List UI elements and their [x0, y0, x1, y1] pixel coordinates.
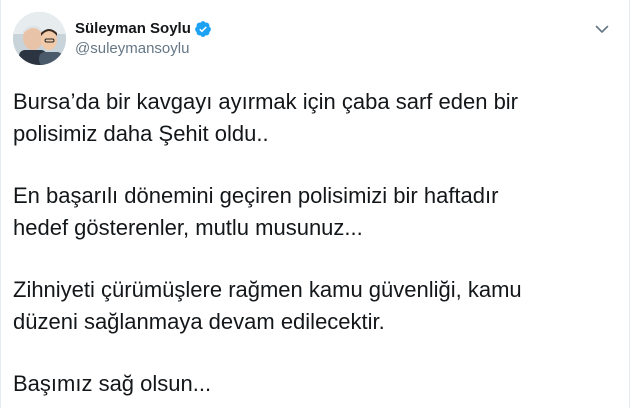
tweet-line: polisimiz daha Şehit oldu..	[13, 121, 269, 146]
tweet-line: Zihniyeti çürümüşlere rağmen kamu güvenl…	[13, 277, 522, 302]
tweet-line: Başımız sağ olsun...	[13, 371, 212, 396]
display-name[interactable]: Süleyman Soylu	[75, 19, 191, 39]
name-row: Süleyman Soylu	[75, 19, 212, 39]
tweet-line: düzeni sağlanmaya devam edilecektir.	[13, 309, 385, 334]
tweet-card: Süleyman Soylu @suleymansoylu Bursa’da b…	[0, 0, 630, 408]
tweet-line: hedef gösterenler, mutlu musunuz...	[13, 215, 363, 240]
tweet-text: Bursa’da bir kavgayı ayırmak için çaba s…	[13, 86, 613, 400]
verified-badge-icon	[194, 20, 212, 38]
tweet-paragraph: Zihniyeti çürümüşlere rağmen kamu güvenl…	[13, 274, 613, 338]
tweet-line: En başarılı dönemini geçiren polisimizi …	[13, 183, 499, 208]
tweet-paragraph: Başımız sağ olsun...	[13, 368, 613, 400]
tweet-paragraph: Bursa’da bir kavgayı ayırmak için çaba s…	[13, 86, 613, 150]
tweet-paragraph: En başarılı dönemini geçiren polisimizi …	[13, 180, 613, 244]
tweet-line: Bursa’da bir kavgayı ayırmak için çaba s…	[13, 89, 519, 114]
avatar[interactable]	[13, 12, 66, 65]
chevron-down-icon[interactable]	[593, 20, 611, 38]
tweet-header: Süleyman Soylu @suleymansoylu	[13, 12, 212, 65]
avatar-image	[13, 12, 66, 65]
author-names: Süleyman Soylu @suleymansoylu	[75, 19, 212, 59]
handle[interactable]: @suleymansoylu	[75, 39, 212, 59]
